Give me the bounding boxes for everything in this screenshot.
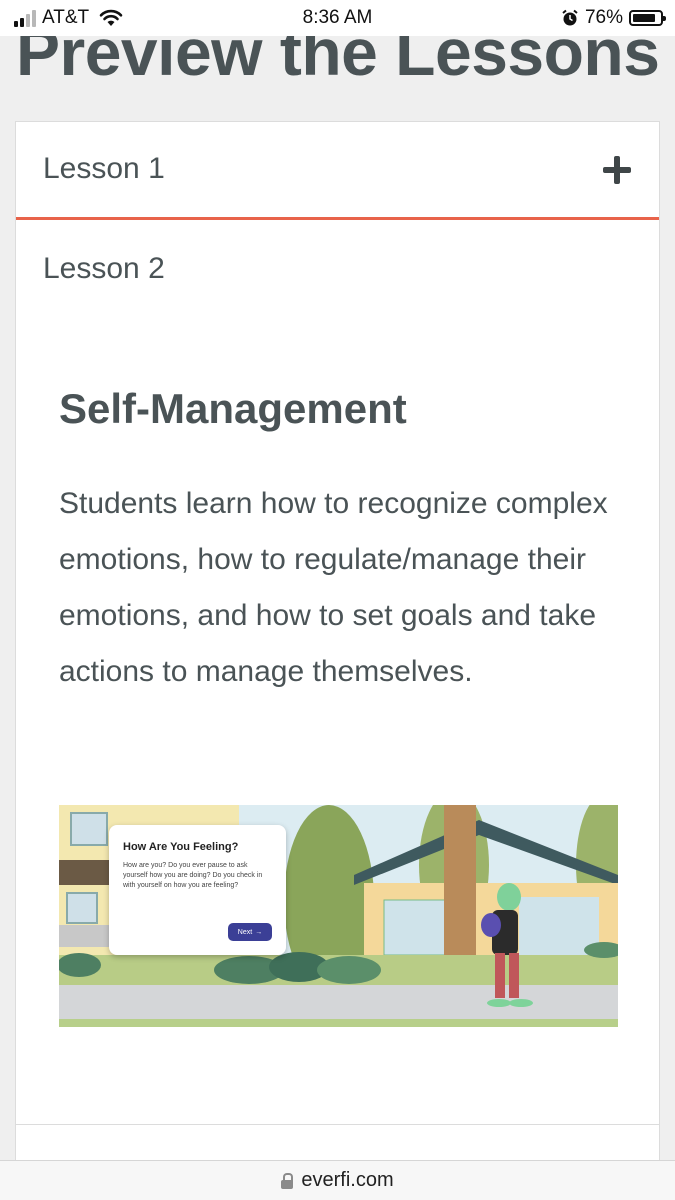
status-bar: AT&T 8:36 AM 76%	[0, 0, 675, 36]
lesson-title: Self-Management	[59, 385, 407, 432]
lessons-accordion: Lesson 1 Lesson 2 Self-Management Studen…	[15, 121, 660, 1181]
lesson-preview-image: How Are You Feeling? How are you? Do you…	[59, 805, 618, 1027]
battery-percent: 76%	[584, 7, 623, 28]
lock-icon	[281, 1172, 294, 1189]
accordion-divider	[16, 1124, 659, 1125]
plus-icon[interactable]	[601, 154, 633, 186]
battery-icon	[629, 10, 666, 26]
alarm-icon	[562, 9, 578, 26]
accordion-item-label: Lesson 1	[43, 152, 165, 185]
arrow-right-icon: →	[255, 928, 263, 936]
accordion-divider	[16, 217, 659, 220]
lesson-description: Students learn how to recognize complex …	[59, 487, 608, 688]
dialog-text: How are you? Do you ever pause to ask yo…	[123, 862, 263, 889]
url-text[interactable]: everfi.com	[301, 1169, 393, 1192]
accordion-item-lesson-1[interactable]: Lesson 1	[16, 122, 659, 218]
browser-url-bar[interactable]: everfi.com	[0, 1160, 675, 1200]
feeling-dialog: How Are You Feeling? How are you? Do you…	[109, 825, 286, 955]
status-right: 76%	[561, 7, 666, 29]
accordion-item-label: Lesson 2	[43, 252, 165, 285]
dialog-title: How Are You Feeling?	[123, 841, 239, 853]
next-label: Next	[237, 928, 253, 936]
next-button: Next →	[228, 923, 272, 941]
